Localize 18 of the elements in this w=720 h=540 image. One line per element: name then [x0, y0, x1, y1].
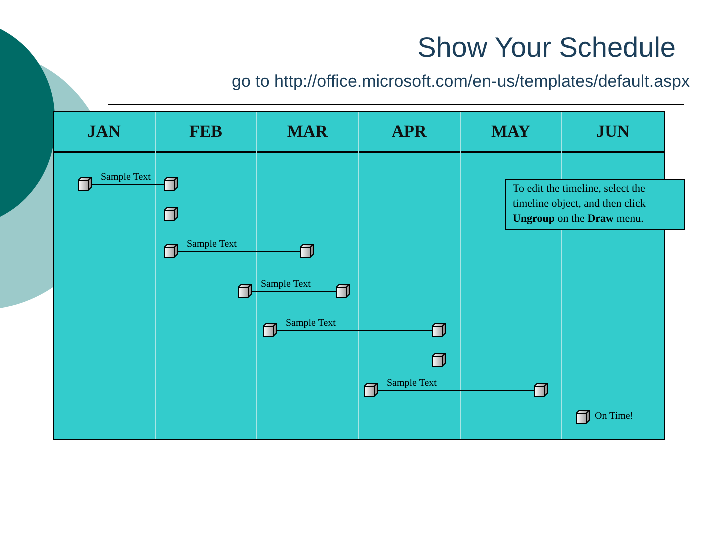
- task-label: Sample Text: [286, 318, 336, 328]
- month-header: JAN: [54, 112, 155, 153]
- cube-icon: [432, 353, 446, 367]
- task-label: Sample Text: [187, 238, 237, 250]
- note-box: To edit the timeline, select the timeline object, and then click Ungroup on the Draw menu.: [505, 179, 685, 230]
- cube-icon: [164, 207, 178, 221]
- task-label: Sample Text: [101, 172, 151, 182]
- task-label: Sample Text: [261, 278, 311, 290]
- task-label: Sample Text: [387, 378, 437, 388]
- month-header: FEB: [156, 112, 256, 153]
- month-header: JUN: [562, 112, 664, 153]
- cube-icon: [576, 410, 590, 424]
- month-header: MAY: [460, 112, 562, 153]
- milestone-label: On Time!: [595, 410, 634, 424]
- slide-subtitle: go to http://office.microsoft.com/en-us/templates/default.aspx: [232, 71, 690, 93]
- month-header: APR: [358, 112, 460, 153]
- slide-title: Show Your Schedule: [418, 31, 676, 65]
- month-header: MAR: [257, 112, 358, 153]
